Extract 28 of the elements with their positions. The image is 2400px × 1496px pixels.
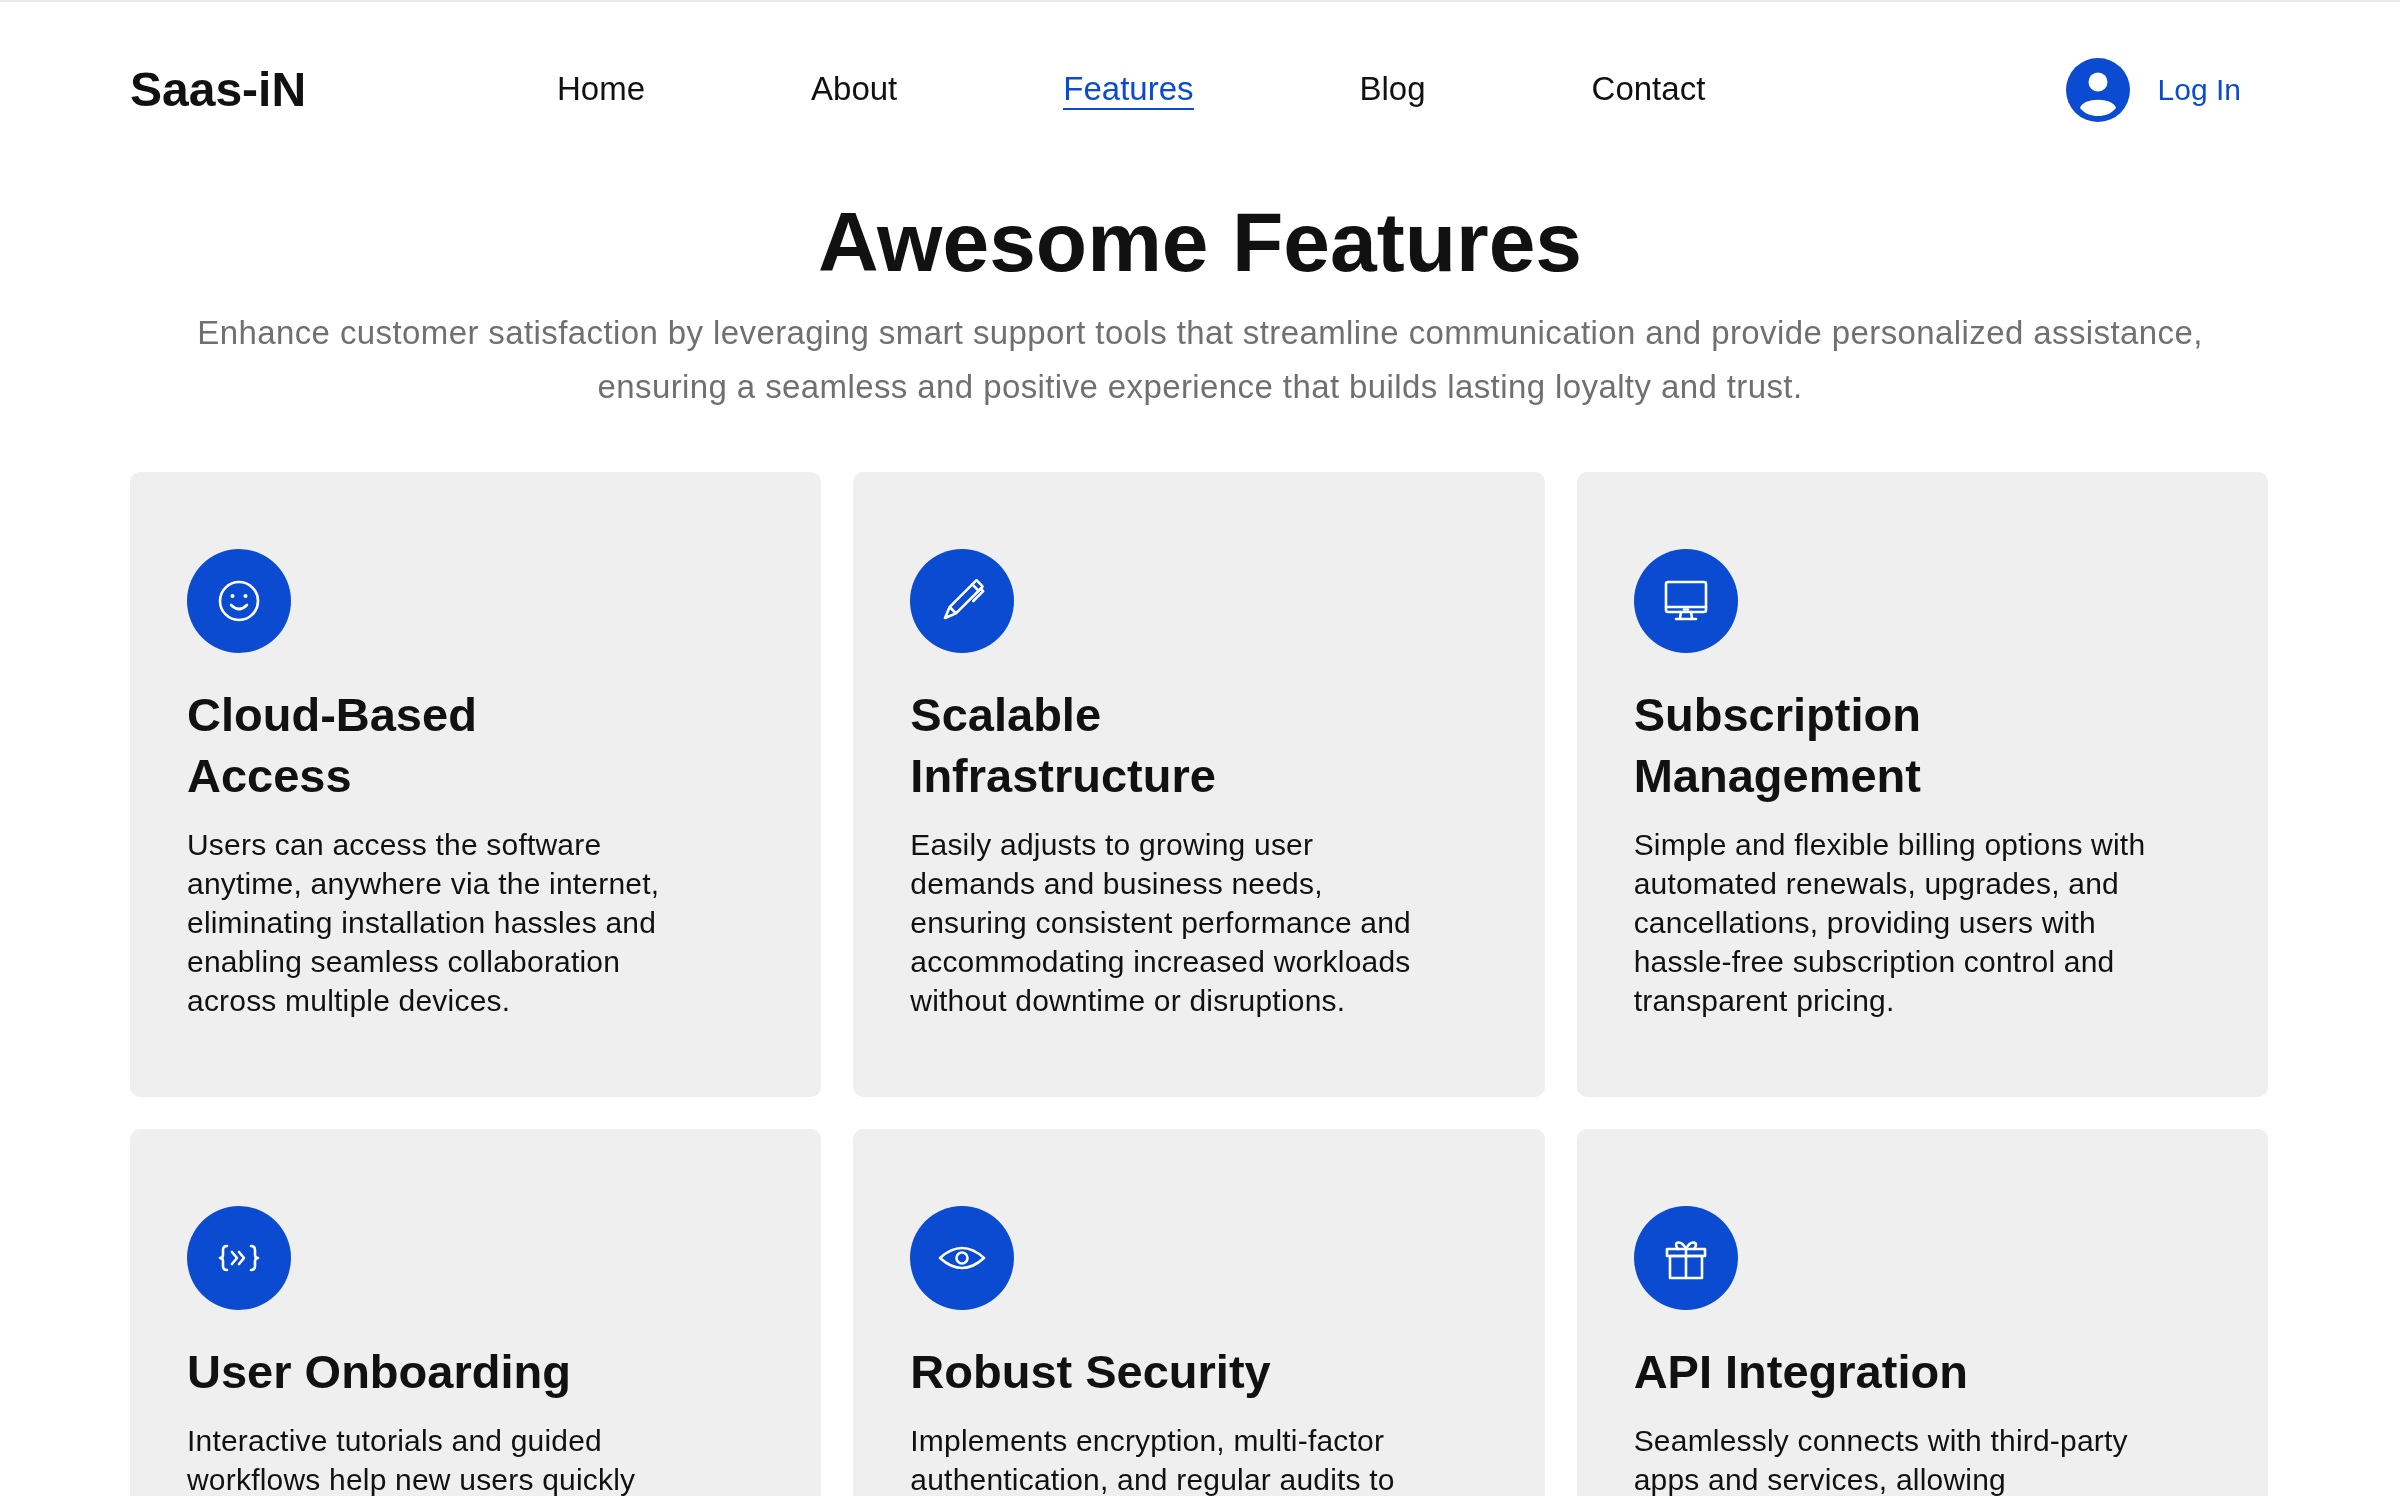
user-icon: [2065, 58, 2130, 122]
card-title: User Onboarding: [187, 1344, 571, 1400]
nav-link[interactable]: Blog: [1359, 70, 1426, 110]
card-title: Scalable Infrastructure: [910, 687, 1217, 804]
card-description: Seamlessly connects with third-party apps and services, allowing: [1633, 1423, 2129, 1496]
nav-link[interactable]: Contact: [1591, 70, 1706, 110]
card-title: Robust Security: [910, 1344, 1271, 1400]
code-braces-icon: [187, 1206, 291, 1310]
nav-link[interactable]: About: [811, 70, 898, 110]
monitor-icon: [1633, 549, 1738, 653]
login-link[interactable]: Log In: [2065, 58, 2241, 122]
nav-link[interactable]: Home: [557, 70, 646, 110]
nav-link[interactable]: Features: [1063, 70, 1194, 110]
card-title: Subscription Management: [1633, 687, 1922, 804]
card-description: Users can access the software anytime, anywhere via the internet, eliminating installation hassles and enabling seamless collaboration across multiple devices.: [187, 827, 661, 1019]
card-title: API Integration: [1633, 1344, 1968, 1400]
site-logo[interactable]: Saas-iN: [130, 66, 307, 114]
card-description: Interactive tutorials and guided workflows help new users quickly: [187, 1423, 637, 1496]
card-title: Cloud-Based Access: [187, 687, 478, 804]
pen-icon: [910, 549, 1015, 653]
gift-icon: [1633, 1206, 1738, 1310]
page-heading: Awesome Features: [817, 194, 1583, 291]
eye-icon: [910, 1206, 1015, 1310]
card-description: Implements encryption, multi-factor authentication, and regular audits to: [910, 1423, 1396, 1496]
card-description: Easily adjusts to growing user demands and business needs, ensuring consistent performance and accommodating increased workloads without downtime or disruptions.: [910, 827, 1412, 1019]
card-description: Simple and flexible billing options with automated renewals, upgrades, and cancellations, providing users with hassle-free subscription control and transparent pricing.: [1633, 827, 2147, 1019]
smiley-face-icon: [187, 549, 291, 653]
page-intro: Enhance customer satisfaction by leveraging smart support tools that streamline communication and provide personalized assistance, ensuring a seamless and positive experience that builds lasting loyalty and trust.: [196, 313, 2204, 407]
